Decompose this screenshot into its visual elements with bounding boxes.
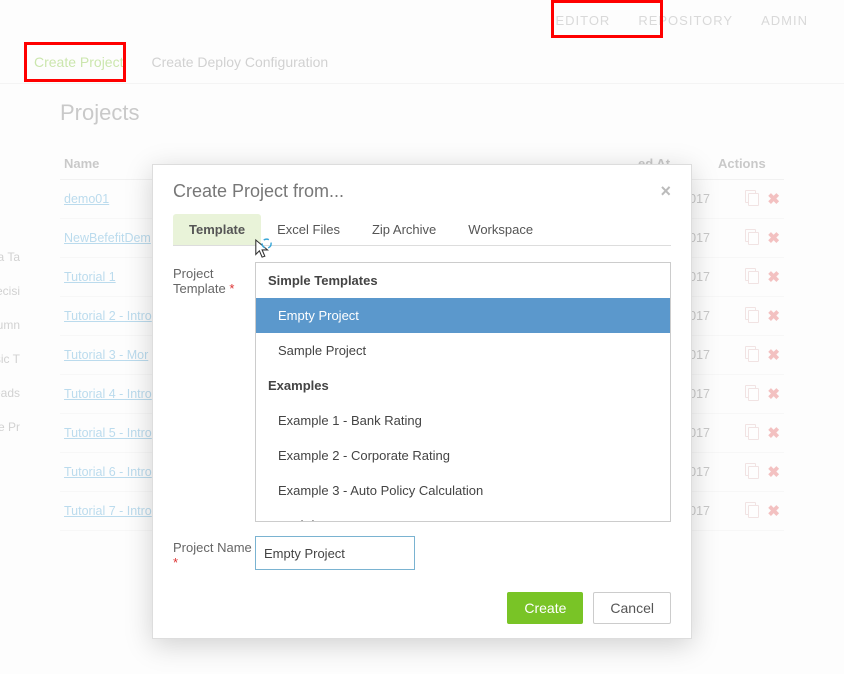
copy-icon[interactable] [745, 229, 759, 243]
copy-icon[interactable] [745, 346, 759, 360]
sidebar-peek-item: umn [0, 308, 20, 342]
delete-icon[interactable]: ✖ [767, 307, 780, 325]
project-link[interactable]: Tutorial 4 - Intro [64, 387, 152, 401]
tab-workspace[interactable]: Workspace [452, 214, 549, 245]
project-link[interactable]: Tutorial 7 - Intro [64, 504, 152, 518]
template-group-tutorials: Tutorials [256, 508, 670, 522]
template-example-3[interactable]: Example 3 - Auto Policy Calculation [256, 473, 670, 508]
cancel-button[interactable]: Cancel [593, 592, 671, 624]
tab-template[interactable]: Template [173, 214, 261, 245]
project-link[interactable]: demo01 [64, 192, 109, 206]
copy-icon[interactable] [745, 307, 759, 321]
template-example-2[interactable]: Example 2 - Corporate Rating [256, 438, 670, 473]
delete-icon[interactable]: ✖ [767, 424, 780, 442]
sidebar-peek-item: ecisi [0, 274, 20, 308]
sidebar-peek: a Ta ecisi umn sic T eads e Pr [0, 240, 20, 444]
tab-zip-archive[interactable]: Zip Archive [356, 214, 452, 245]
col-actions: Actions [714, 148, 784, 180]
copy-icon[interactable] [745, 190, 759, 204]
template-list[interactable]: Simple Templates Empty Project Sample Pr… [255, 262, 671, 522]
copy-icon[interactable] [745, 463, 759, 477]
subnav-create-project[interactable]: Create Project [34, 54, 123, 70]
template-example-1[interactable]: Example 1 - Bank Rating [256, 403, 670, 438]
sidebar-peek-item: a Ta [0, 240, 20, 274]
sidebar-peek-item: e Pr [0, 410, 20, 444]
nav-admin[interactable]: ADMIN [761, 13, 808, 28]
copy-icon[interactable] [745, 268, 759, 282]
copy-icon[interactable] [745, 502, 759, 516]
delete-icon[interactable]: ✖ [767, 190, 780, 208]
modal-title: Create Project from... [173, 181, 344, 202]
label-project-template: Project Template * [173, 262, 255, 522]
create-project-modal: Create Project from... × Template Excel … [152, 164, 692, 639]
template-group-simple: Simple Templates [256, 263, 670, 298]
template-group-examples: Examples [256, 368, 670, 403]
project-link[interactable]: Tutorial 3 - Mor [64, 348, 148, 362]
delete-icon[interactable]: ✖ [767, 268, 780, 286]
copy-icon[interactable] [745, 385, 759, 399]
delete-icon[interactable]: ✖ [767, 463, 780, 481]
label-project-name: Project Name * [173, 536, 255, 570]
project-link[interactable]: NewBefefitDem [64, 231, 151, 245]
template-empty-project[interactable]: Empty Project [256, 298, 670, 333]
delete-icon[interactable]: ✖ [767, 502, 780, 520]
project-link[interactable]: Tutorial 1 [64, 270, 116, 284]
nav-editor[interactable]: EDITOR [555, 13, 610, 28]
project-name-input[interactable] [255, 536, 415, 570]
tab-excel-files[interactable]: Excel Files [261, 214, 356, 245]
project-link[interactable]: Tutorial 5 - Intro [64, 426, 152, 440]
copy-icon[interactable] [745, 424, 759, 438]
page-title: Projects [60, 100, 784, 126]
project-link[interactable]: Tutorial 2 - Intro [64, 309, 152, 323]
create-button[interactable]: Create [507, 592, 583, 624]
subnav-create-deploy[interactable]: Create Deploy Configuration [151, 54, 328, 70]
sidebar-peek-item: sic T [0, 342, 20, 376]
delete-icon[interactable]: ✖ [767, 346, 780, 364]
delete-icon[interactable]: ✖ [767, 229, 780, 247]
project-link[interactable]: Tutorial 6 - Intro [64, 465, 152, 479]
delete-icon[interactable]: ✖ [767, 385, 780, 403]
nav-repository[interactable]: REPOSITORY [638, 13, 733, 28]
template-sample-project[interactable]: Sample Project [256, 333, 670, 368]
sidebar-peek-item: eads [0, 376, 20, 410]
close-icon[interactable]: × [660, 181, 671, 202]
